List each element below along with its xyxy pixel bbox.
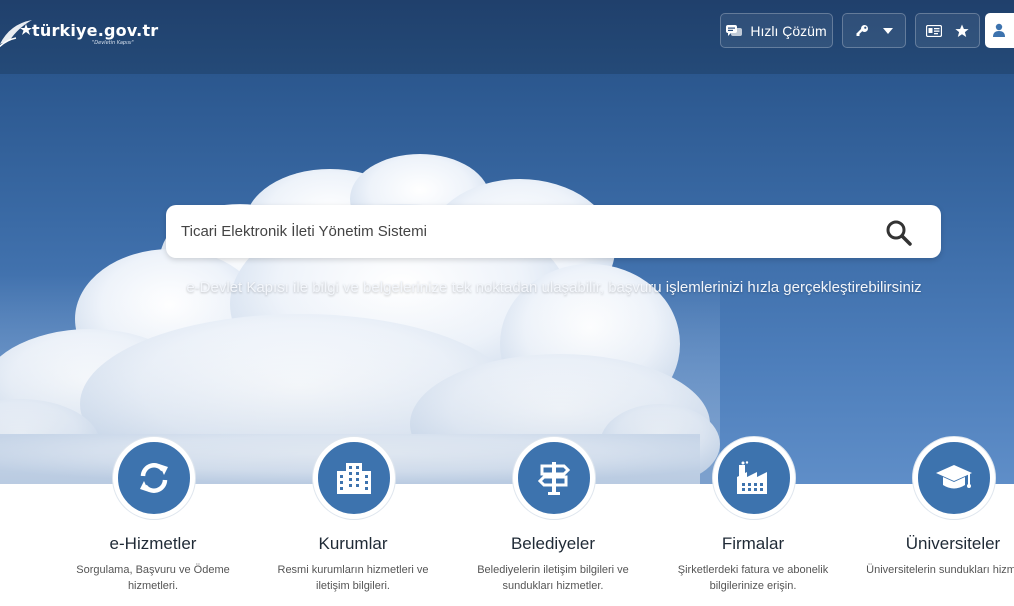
category-icon-circle[interactable] xyxy=(113,437,195,519)
search-input[interactable]: Ticari Elektronik İleti Yönetim Sistemi xyxy=(181,223,427,240)
logo-text: türkiye.gov.tr xyxy=(32,21,159,40)
quick-solution-button[interactable]: Hızlı Çözüm xyxy=(720,13,833,48)
search-icon[interactable] xyxy=(885,219,913,247)
category-title[interactable]: Üniversiteler xyxy=(853,534,1014,554)
key-icon xyxy=(856,24,868,36)
user-account-button[interactable] xyxy=(985,13,1014,48)
user-icon xyxy=(993,23,1005,37)
chat-bubbles-icon xyxy=(726,24,743,36)
category-icon-circle[interactable] xyxy=(313,437,395,519)
category-description: Resmi kurumların hizmetleri ve iletişim … xyxy=(277,564,429,592)
refresh-icon xyxy=(140,463,168,493)
category-icon-circle[interactable] xyxy=(513,437,595,519)
category-icon-circle[interactable] xyxy=(713,437,795,519)
category-description: Belediyelerin iletişim bilgileri ve sund… xyxy=(477,564,629,592)
login-menu-button[interactable] xyxy=(842,13,906,48)
category-title[interactable]: e-Hizmetler xyxy=(53,534,253,554)
signpost-icon xyxy=(537,462,571,495)
category-title[interactable]: Belediyeler xyxy=(453,534,653,554)
top-header: türkiye.gov.tr "Devletin Kapısı" Hızlı Ç… xyxy=(0,0,1014,74)
hero-banner: Ticari Elektronik İleti Yönetim Sistemi … xyxy=(0,74,1014,484)
category-description: Üniversitelerin sundukları hizmetler. xyxy=(866,564,1014,576)
category-title[interactable]: Kurumlar xyxy=(253,534,453,554)
factory-icon xyxy=(737,461,767,494)
chevron-down-icon xyxy=(883,27,893,34)
category-title[interactable]: Firmalar xyxy=(653,534,853,554)
id-card-favorites-button[interactable] xyxy=(915,13,980,48)
id-card-icon[interactable] xyxy=(926,24,942,37)
quick-solution-label: Hızlı Çözüm xyxy=(750,22,827,39)
category-description: Sorgulama, Başvuru ve Ödeme hizmetleri. xyxy=(76,564,230,592)
star-icon[interactable] xyxy=(955,24,969,38)
logo-subtitle: "Devletin Kapısı" xyxy=(92,40,134,46)
search-bar[interactable]: Ticari Elektronik İleti Yönetim Sistemi xyxy=(166,205,941,258)
logo-emblem-icon xyxy=(0,20,32,48)
category-icon-circle[interactable] xyxy=(913,437,995,519)
hero-tagline: e-Devlet Kapısı ile bilgi ve belgelerini… xyxy=(186,279,922,296)
graduation-cap-icon xyxy=(936,465,972,489)
building-icon xyxy=(337,463,371,494)
category-description: Şirketlerdeki fatura ve abonelik bilgile… xyxy=(677,564,829,592)
